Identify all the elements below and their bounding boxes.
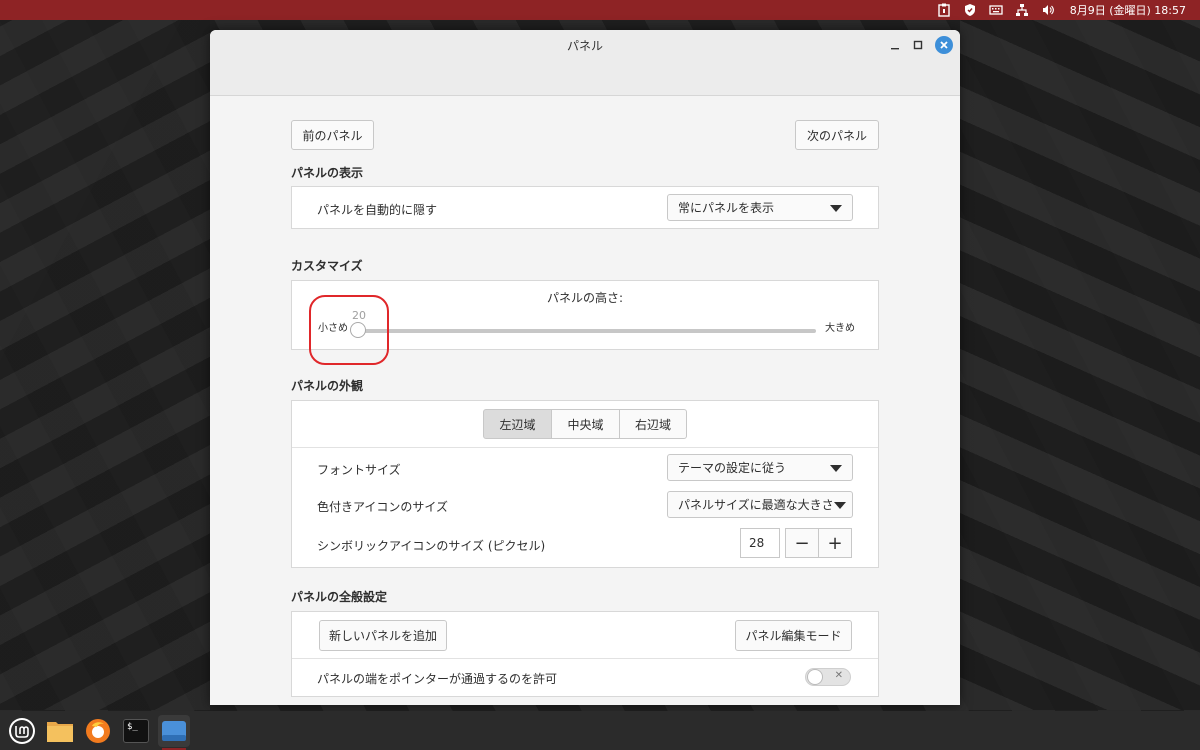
- minimize-button[interactable]: [887, 37, 903, 53]
- next-panel-button[interactable]: 次のパネル: [795, 120, 879, 150]
- symbolic-icon-size-label: シンボリックアイコンのサイズ (ピクセル): [317, 539, 546, 553]
- pointer-pass-switch[interactable]: ✕: [805, 668, 851, 686]
- symbolic-icon-size-input[interactable]: 28: [740, 528, 780, 558]
- slider-max-label: 大きめ: [825, 323, 855, 334]
- section-title-display: パネルの表示: [291, 166, 364, 180]
- color-icon-size-label: 色付きアイコンのサイズ: [317, 500, 449, 514]
- top-panel: 8月9日 (金曜日) 18:57: [0, 0, 1200, 20]
- terminal-icon[interactable]: $_: [120, 715, 152, 747]
- divider: [292, 658, 878, 659]
- section-title-customize: カスタマイズ: [291, 259, 363, 273]
- zone-tab-center[interactable]: 中央域: [551, 409, 620, 439]
- general-section-box: 新しいパネルを追加 パネル編集モード パネルの端をポインターが通過するのを許可 …: [291, 611, 879, 697]
- switch-off-icon: ✕: [834, 670, 843, 681]
- mint-menu-icon[interactable]: [6, 715, 38, 747]
- appearance-section-box: 左辺域 中央域 右辺域 フォントサイズ テーマの設定に従う 色付きアイコンのサイ…: [291, 400, 879, 568]
- maximize-icon: [913, 40, 923, 50]
- increment-button[interactable]: +: [818, 528, 852, 558]
- section-title-appearance: パネルの外観: [291, 379, 364, 393]
- font-size-dropdown[interactable]: テーマの設定に従う: [667, 454, 853, 481]
- settings-content: 前のパネル 次のパネル パネルの表示 パネルを自動的に隠す 常にパネルを表示 カ…: [210, 96, 960, 705]
- color-icon-size-value: パネルサイズに最適な大きさ: [678, 498, 834, 512]
- font-size-label: フォントサイズ: [317, 463, 401, 477]
- decrement-button[interactable]: −: [785, 528, 819, 558]
- maximize-button[interactable]: [910, 37, 926, 53]
- dropdown-arrow-icon: [830, 465, 842, 472]
- zone-tab-left[interactable]: 左辺域: [483, 409, 552, 439]
- minimize-icon: [891, 48, 899, 50]
- edit-mode-button[interactable]: パネル編集モード: [735, 620, 852, 651]
- highlight-annotation: [309, 295, 389, 365]
- color-icon-size-dropdown[interactable]: パネルサイズに最適な大きさ: [667, 491, 853, 518]
- network-icon[interactable]: [1014, 3, 1030, 17]
- window-title: パネル: [566, 39, 603, 53]
- clock[interactable]: 8月9日 (金曜日) 18:57: [1070, 2, 1186, 18]
- panel-height-slider[interactable]: [358, 329, 816, 333]
- autohide-label: パネルを自動的に隠す: [317, 203, 438, 217]
- window-titlebar[interactable]: パネル: [210, 30, 960, 96]
- terminal-glyph: $_: [123, 718, 149, 743]
- section-title-general: パネルの全般設定: [291, 590, 388, 604]
- shield-icon[interactable]: [962, 3, 978, 17]
- close-icon: [940, 41, 948, 49]
- firefox-icon[interactable]: [82, 715, 114, 747]
- switch-knob: [807, 669, 823, 685]
- panel-settings-window: パネル 前のパネル 次のパネル パネルの表示 パネルを自動的に隠す 常にパネルを…: [210, 30, 960, 705]
- close-button[interactable]: [935, 36, 953, 54]
- clipboard-icon[interactable]: [936, 3, 952, 17]
- zone-tab-right[interactable]: 右辺域: [619, 409, 687, 439]
- keyboard-icon[interactable]: [988, 3, 1004, 17]
- prev-panel-button[interactable]: 前のパネル: [291, 120, 374, 150]
- dropdown-arrow-icon: [834, 502, 846, 509]
- divider: [292, 447, 878, 448]
- add-panel-button[interactable]: 新しいパネルを追加: [319, 620, 447, 651]
- autohide-dropdown[interactable]: 常にパネルを表示: [667, 194, 853, 221]
- autohide-value: 常にパネルを表示: [678, 201, 775, 215]
- pointer-pass-label: パネルの端をポインターが通過するのを許可: [317, 672, 558, 686]
- files-icon[interactable]: [44, 715, 76, 747]
- volume-icon[interactable]: [1040, 3, 1056, 17]
- taskbar: $_: [0, 711, 1200, 750]
- display-section-box: パネルを自動的に隠す 常にパネルを表示: [291, 186, 879, 229]
- dropdown-arrow-icon: [830, 205, 842, 212]
- window-icon[interactable]: [158, 714, 190, 750]
- font-size-value: テーマの設定に従う: [678, 461, 787, 475]
